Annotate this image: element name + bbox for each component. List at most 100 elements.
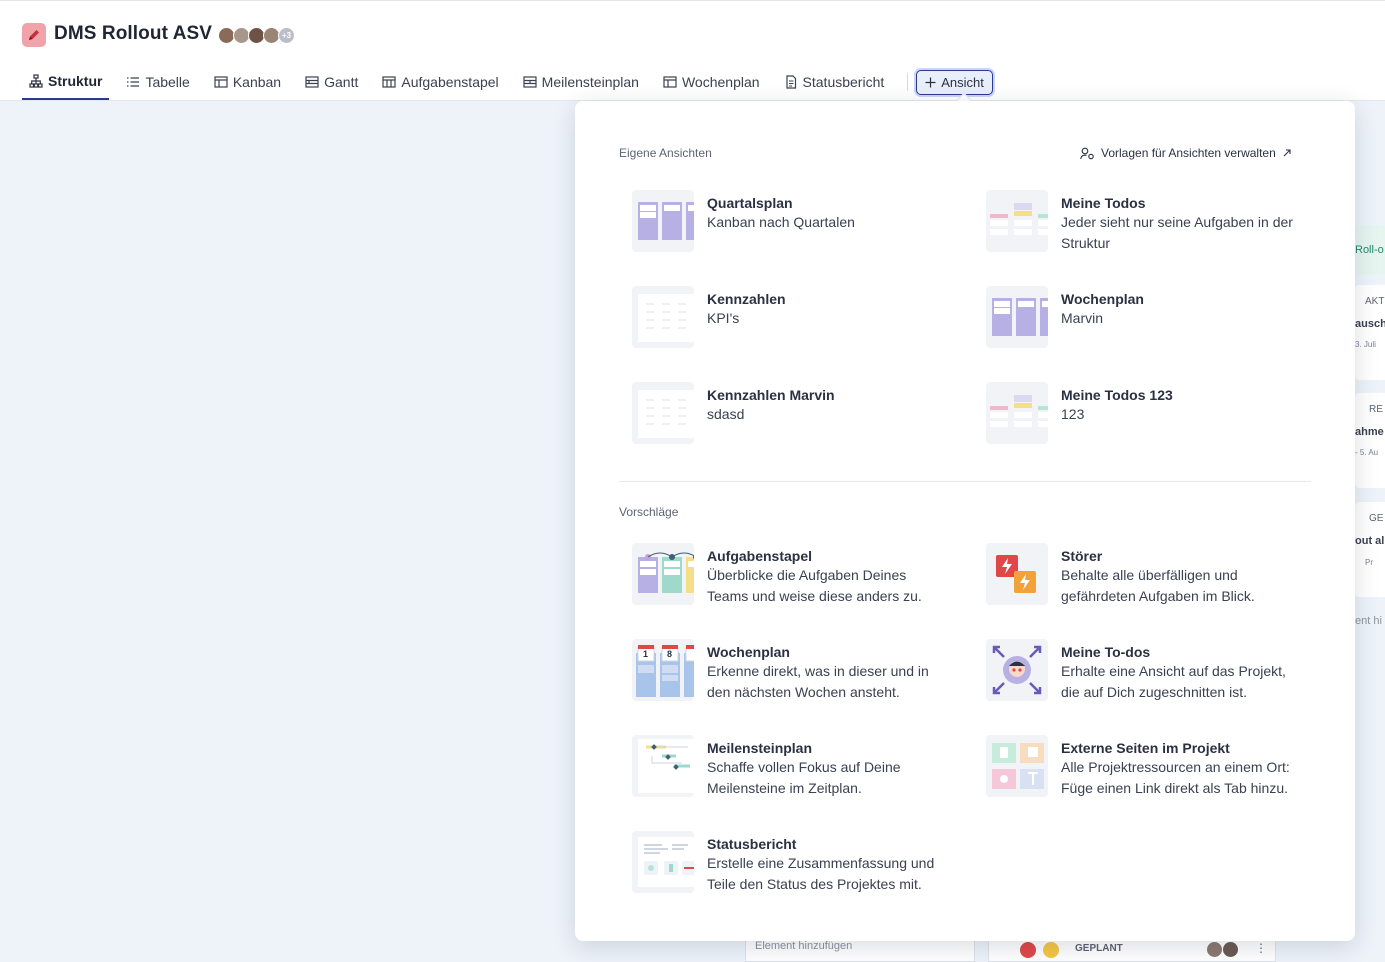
card-title: out al [1355, 535, 1385, 547]
view-title: Statusbericht [707, 836, 797, 852]
tab-gantt[interactable]: Gantt [298, 63, 365, 100]
member-avatars[interactable]: +3 [218, 27, 295, 44]
calendar-day-label: 1 [643, 649, 649, 659]
structure-thumbnail-icon [986, 190, 1048, 252]
card-date: - 5. Au [1355, 448, 1379, 457]
suggestion-aufgabenstapel[interactable]: Aufgabenstapel Überblicke die Aufgaben D… [632, 543, 962, 607]
tab-struktur[interactable]: Struktur [22, 63, 110, 100]
view-desc: Kanban nach Quartalen [707, 214, 855, 230]
tab-meilensteinplan[interactable]: Meilensteinplan [516, 63, 646, 100]
view-title: Kennzahlen [707, 291, 786, 307]
kanban-thumbnail-icon [632, 190, 694, 252]
external-pages-thumbnail-icon [986, 735, 1048, 797]
manage-templates-link[interactable]: Vorlagen für Ansichten verwalten [1080, 146, 1292, 160]
card-title: ahme [1355, 426, 1384, 438]
more-icon[interactable]: ⋮ [1255, 941, 1267, 955]
suggestion-meine-to-dos[interactable]: Meine To-dos Erhalte eine Ansicht auf da… [986, 639, 1316, 703]
tab-aufgabenstapel[interactable]: Aufgabenstapel [375, 63, 505, 100]
view-title: Externe Seiten im Projekt [1061, 740, 1230, 756]
tab-label: Struktur [48, 72, 103, 89]
view-desc: Jeder sieht nur seine Aufgaben in der St… [1061, 214, 1293, 251]
board-card[interactable]: GE out al Pr [1355, 502, 1385, 597]
structure-thumbnail-icon [986, 382, 1048, 444]
list-icon [127, 76, 140, 87]
tab-divider [907, 73, 909, 91]
view-desc: KPI's [707, 310, 740, 326]
task-stack-thumbnail-icon [632, 543, 694, 605]
calendar-day-label: 8 [667, 649, 673, 659]
milestone-icon [523, 75, 537, 88]
view-picker-panel: Eigene Ansichten Vorlagen für Ansichten … [575, 101, 1355, 941]
suggestion-stoerer[interactable]: Störer Behalte alle überfälligen und gef… [986, 543, 1316, 607]
tab-kanban[interactable]: Kanban [207, 63, 288, 100]
pencil-icon [1043, 942, 1059, 958]
kanban-thumbnail-icon [986, 286, 1048, 348]
tab-label: Gantt [324, 73, 359, 90]
personal-focus-thumbnail-icon [986, 639, 1048, 701]
board-card[interactable]: RE ahme - 5. Au [1355, 393, 1385, 488]
tab-wochenplan[interactable]: Wochenplan [656, 63, 767, 100]
board-card[interactable]: AKT ausch 3. Juli [1355, 285, 1385, 380]
view-item-quartalsplan[interactable]: Quartalsplan Kanban nach Quartalen [632, 190, 962, 254]
view-desc: Marvin [1061, 310, 1104, 326]
view-title: Kennzahlen Marvin [707, 387, 835, 403]
interrupt-thumbnail-icon [986, 543, 1048, 605]
stack-icon [382, 75, 396, 88]
card-title: ausch [1355, 318, 1385, 330]
view-title: Störer [1061, 548, 1103, 564]
tab-label: Statusbericht [802, 73, 885, 90]
own-views-label: Eigene Ansichten [619, 146, 712, 160]
tab-label: Aufgabenstapel [401, 73, 499, 90]
interrupt-icon [1020, 942, 1036, 958]
view-title: Meine Todos [1061, 195, 1146, 211]
view-desc: Behalte alle überfälligen und gefährdete… [1061, 567, 1255, 604]
view-title: Aufgabenstapel [707, 548, 813, 564]
status-badge[interactable]: GEPLANT [1075, 943, 1123, 954]
view-desc: Alle Projektressourcen an einem Ort: Füg… [1061, 759, 1290, 796]
status-tag: AKT [1365, 296, 1385, 307]
view-desc: Erkenne direkt, was in dieser und in den… [707, 663, 929, 700]
view-item-meine-todos[interactable]: Meine Todos Jeder sieht nur seine Aufgab… [986, 190, 1316, 254]
add-element-hint[interactable]: ent hi [1355, 615, 1382, 627]
view-item-wochenplan-marvin[interactable]: Wochenplan Marvin [986, 286, 1316, 350]
avatar [1207, 942, 1222, 957]
tab-label: Kanban [232, 73, 282, 90]
pencil-icon[interactable] [22, 23, 46, 47]
card-date: 3. Juli [1355, 340, 1376, 349]
tab-tabelle[interactable]: Tabelle [119, 63, 196, 100]
add-view-button[interactable]: Ansicht [916, 70, 993, 95]
add-element-placeholder: Element hinzufügen [755, 940, 853, 952]
suggestions-label: Vorschläge [619, 505, 679, 519]
view-desc: 123 [1061, 406, 1085, 422]
avatar-more-count: +3 [278, 27, 295, 44]
card-tag: Pr [1365, 558, 1373, 567]
week-plan-thumbnail-icon: 1 8 [632, 639, 694, 701]
board-card[interactable]: Roll-o [1355, 225, 1385, 275]
suggestion-meilensteinplan[interactable]: Meilensteinplan Schaffe vollen Fokus auf… [632, 735, 962, 799]
kanban-icon [214, 75, 228, 88]
user-settings-icon [1080, 147, 1094, 159]
view-title: Meine Todos 123 [1061, 387, 1173, 403]
suggestion-statusbericht[interactable]: Statusbericht Erstelle eine Zusammenfass… [632, 831, 962, 895]
tab-label: Tabelle [145, 73, 190, 90]
view-item-kennzahlen-marvin[interactable]: Kennzahlen Marvin sdasd [632, 382, 962, 446]
status-tag: GE [1369, 513, 1384, 524]
project-title: DMS Rollout ASV [54, 23, 213, 44]
section-divider [619, 481, 1311, 482]
status-tag: RE [1369, 404, 1383, 415]
tab-statusbericht[interactable]: Statusbericht [777, 63, 892, 100]
tab-label: Wochenplan [681, 73, 760, 90]
view-item-meine-todos-123[interactable]: Meine Todos 123 123 [986, 382, 1316, 446]
suggestion-wochenplan[interactable]: 1 8 Wochenplan Erkenne direkt, was in di… [632, 639, 962, 703]
view-title: Meine To-dos [1061, 644, 1151, 660]
board-column-title: Roll-o [1355, 244, 1384, 256]
suggestion-externe-seiten[interactable]: Externe Seiten im Projekt Alle Projektre… [986, 735, 1316, 799]
view-title: Wochenplan [707, 644, 790, 660]
add-view-label: Ansicht [941, 75, 984, 90]
view-item-kennzahlen[interactable]: Kennzahlen KPI's [632, 286, 962, 350]
view-desc: sdasd [707, 406, 745, 422]
view-desc: Erstelle eine Zusammenfassung und Teile … [707, 855, 935, 892]
tab-label: Meilensteinplan [541, 73, 639, 90]
view-title: Wochenplan [1061, 291, 1144, 307]
gantt-icon [305, 75, 319, 88]
